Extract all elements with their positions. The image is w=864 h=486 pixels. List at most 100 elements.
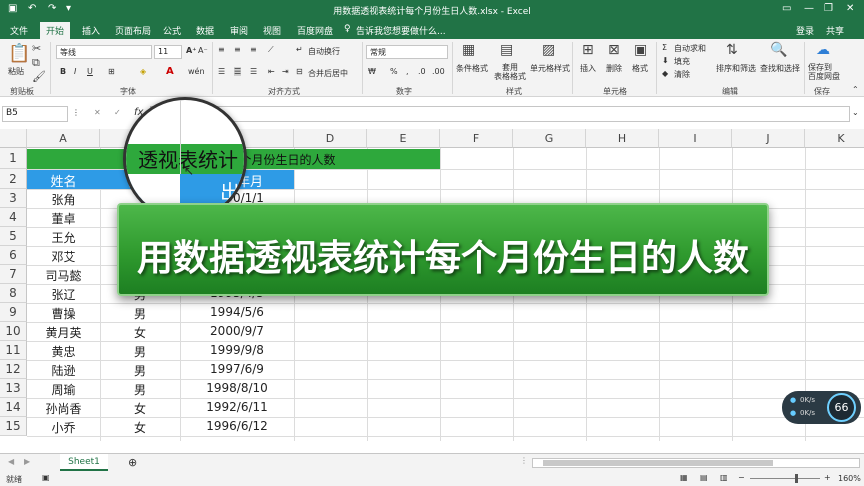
gender-cell[interactable]: 男: [100, 361, 180, 379]
close-icon[interactable]: ✕: [846, 3, 854, 14]
italic-button[interactable]: I: [74, 67, 76, 76]
normal-view-icon[interactable]: ▦: [680, 473, 688, 482]
column-header-f[interactable]: F: [440, 129, 513, 148]
zoom-level[interactable]: 160%: [838, 474, 861, 483]
increase-font-icon[interactable]: A⁺: [186, 46, 196, 55]
fill-icon[interactable]: ⬇: [662, 56, 669, 65]
find-select-button[interactable]: 查找和选择: [760, 63, 800, 74]
row-header-7[interactable]: 7: [0, 265, 27, 284]
paste-button[interactable]: 粘贴: [8, 66, 24, 77]
fill-button[interactable]: 填充: [674, 56, 690, 67]
formula-input[interactable]: [150, 106, 850, 122]
insert-cells-icon[interactable]: ⊞: [582, 42, 594, 58]
horizontal-scrollbar[interactable]: [532, 458, 860, 468]
sort-filter-icon[interactable]: ⇅: [726, 42, 738, 58]
name-cell[interactable]: 张角: [27, 190, 100, 208]
copy-icon[interactable]: ⧉: [32, 56, 40, 70]
row-header-6[interactable]: 6: [0, 246, 27, 265]
align-center-icon[interactable]: ☰: [234, 67, 242, 76]
align-top-icon[interactable]: ≡: [218, 45, 225, 54]
merge-center-icon[interactable]: ⊟: [296, 67, 303, 76]
name-cell[interactable]: 张辽: [27, 285, 100, 303]
save-baidu-button[interactable]: 保存到 百度网盘: [808, 63, 840, 81]
row-header-3[interactable]: 3: [0, 189, 27, 208]
cell-styles-button[interactable]: 单元格样式: [530, 63, 570, 74]
row-header-14[interactable]: 14: [0, 398, 27, 417]
align-middle-icon[interactable]: ≡: [234, 45, 241, 54]
merge-center-button[interactable]: 合并后居中: [308, 68, 348, 79]
align-left-icon[interactable]: ☰: [218, 67, 225, 76]
paste-icon[interactable]: 📋: [8, 43, 30, 64]
ribbon-display-icon[interactable]: ▭: [782, 3, 791, 14]
increase-decimal-icon[interactable]: .0: [418, 67, 426, 76]
enter-icon[interactable]: ✓: [114, 108, 121, 117]
birthdate-cell[interactable]: 1999/9/8: [180, 342, 294, 360]
align-bottom-icon[interactable]: ≡: [250, 45, 257, 54]
add-sheet-button[interactable]: ⊕: [128, 456, 137, 469]
delete-cells-icon[interactable]: ⊠: [608, 42, 620, 58]
sheet-tab-sheet1[interactable]: Sheet1: [60, 454, 108, 471]
login-link[interactable]: 登录: [796, 24, 814, 37]
network-speed-widget[interactable]: ● 0K/s ● 0K/s 66: [782, 391, 861, 424]
format-painter-icon[interactable]: 🖌: [32, 70, 46, 83]
tell-me-input[interactable]: 告诉我您想要做什么...: [356, 24, 446, 37]
comma-icon[interactable]: ,: [406, 67, 409, 76]
expand-formula-icon[interactable]: ⌄: [852, 108, 859, 117]
zoom-out-button[interactable]: −: [738, 473, 745, 482]
tab-insert[interactable]: 插入: [82, 24, 100, 37]
tab-home[interactable]: 开始: [40, 22, 71, 39]
restore-icon[interactable]: ❐: [824, 3, 833, 14]
gender-cell[interactable]: 男: [100, 380, 180, 398]
wrap-text-icon[interactable]: ↵: [296, 45, 303, 54]
name-cell[interactable]: 黄月英: [27, 323, 100, 341]
name-cell[interactable]: 邓艾: [27, 247, 100, 265]
phonetic-icon[interactable]: wén: [188, 67, 205, 76]
name-cell[interactable]: 小乔: [27, 418, 100, 436]
scroll-next-sheet-icon[interactable]: ▶: [24, 457, 30, 466]
font-name-select[interactable]: 等线: [56, 45, 152, 59]
conditional-format-button[interactable]: 条件格式: [456, 63, 488, 74]
find-select-icon[interactable]: 🔍: [770, 42, 787, 58]
scroll-prev-sheet-icon[interactable]: ◀: [8, 457, 14, 466]
row-header-10[interactable]: 10: [0, 322, 27, 341]
conditional-format-icon[interactable]: ▦: [462, 42, 475, 58]
name-cell[interactable]: 陆逊: [27, 361, 100, 379]
orientation-icon[interactable]: ⟋: [268, 45, 274, 55]
name-cell[interactable]: 曹操: [27, 304, 100, 322]
tab-view[interactable]: 视图: [263, 24, 281, 37]
gender-cell[interactable]: 女: [100, 399, 180, 417]
tab-data[interactable]: 数据: [196, 24, 214, 37]
tab-formulas[interactable]: 公式: [163, 24, 181, 37]
font-size-select[interactable]: 11: [154, 45, 182, 59]
clear-button[interactable]: 清除: [674, 69, 690, 80]
tab-file[interactable]: 文件: [10, 24, 28, 37]
birthdate-cell[interactable]: 2000/9/7: [180, 323, 294, 341]
tab-page-layout[interactable]: 页面布局: [115, 24, 151, 37]
gender-cell[interactable]: 女: [100, 323, 180, 341]
birthdate-cell[interactable]: 1994/5/6: [180, 304, 294, 322]
underline-button[interactable]: U: [87, 67, 93, 76]
select-all-corner[interactable]: [0, 129, 27, 148]
row-header-8[interactable]: 8: [0, 284, 27, 303]
gender-cell[interactable]: 男: [100, 342, 180, 360]
format-cells-icon[interactable]: ▣: [634, 42, 647, 58]
column-header-d[interactable]: D: [294, 129, 367, 148]
minimize-icon[interactable]: —: [804, 3, 814, 14]
name-cell[interactable]: 周瑜: [27, 380, 100, 398]
zoom-slider[interactable]: [750, 478, 820, 479]
share-button[interactable]: 共享: [826, 24, 844, 37]
column-header-h[interactable]: H: [586, 129, 659, 148]
zoom-in-button[interactable]: +: [824, 473, 831, 482]
sort-filter-button[interactable]: 排序和筛选: [716, 63, 756, 74]
indent-decrease-icon[interactable]: ⇤: [268, 67, 275, 76]
cut-icon[interactable]: ✂: [32, 42, 41, 55]
autosum-icon[interactable]: Σ: [662, 43, 667, 52]
decrease-decimal-icon[interactable]: .00: [432, 67, 445, 76]
column-header-g[interactable]: G: [513, 129, 586, 148]
row-header-5[interactable]: 5: [0, 227, 27, 246]
row-header-11[interactable]: 11: [0, 341, 27, 360]
birthdate-cell[interactable]: 1996/6/12: [180, 418, 294, 436]
birthdate-cell[interactable]: 1998/8/10: [180, 380, 294, 398]
number-format-select[interactable]: 常规: [366, 45, 448, 59]
row-header-12[interactable]: 12: [0, 360, 27, 379]
